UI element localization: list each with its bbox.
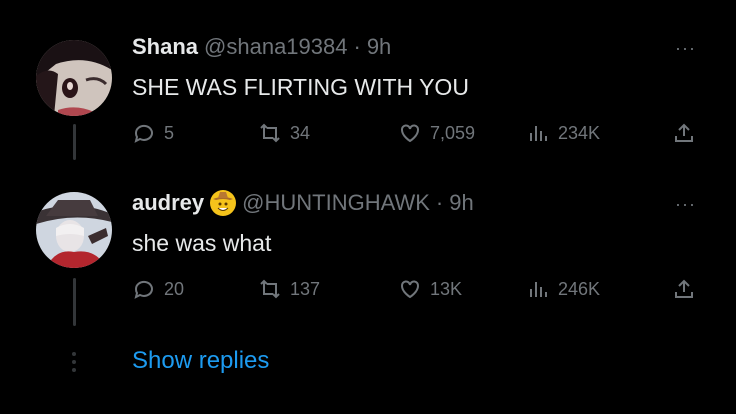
reply-icon: [134, 280, 153, 299]
avatar[interactable]: [36, 192, 112, 268]
tweet-actions: 5 34 7,059 234K: [132, 118, 702, 148]
share-button[interactable]: [672, 121, 696, 145]
tweet-actions: 20 137 13K 246K: [132, 274, 702, 304]
retweet-icon: [260, 123, 280, 143]
retweet-button[interactable]: 34: [258, 121, 310, 145]
show-replies-link[interactable]: Show replies: [132, 347, 269, 375]
views-button[interactable]: 234K: [526, 121, 600, 145]
heart-icon: [401, 124, 419, 143]
avatar[interactable]: [36, 40, 112, 116]
timestamp[interactable]: 9h: [449, 190, 473, 216]
views-icon: [530, 282, 547, 297]
thread-line: [73, 124, 76, 160]
like-count: 7,059: [430, 122, 476, 143]
retweet-button[interactable]: 137: [258, 277, 320, 301]
views-icon: [530, 126, 547, 141]
views-button[interactable]: 246K: [526, 277, 600, 301]
user-handle[interactable]: @shana19384: [204, 34, 347, 60]
share-icon: [675, 123, 693, 142]
timestamp[interactable]: 9h: [367, 34, 391, 60]
cowboy-emoji-icon: [210, 190, 237, 216]
tweet-text: she was what: [132, 230, 272, 256]
tweet-header: audrey @HUNTINGHAWK · 9h: [132, 190, 474, 216]
reply-button[interactable]: 20: [132, 277, 184, 301]
retweet-icon: [260, 279, 280, 299]
reply-count: 20: [164, 278, 185, 299]
heart-icon: [401, 280, 419, 299]
tweet-text: SHE WAS FLIRTING WITH YOU: [132, 74, 469, 100]
reply-button[interactable]: 5: [132, 121, 174, 145]
display-name[interactable]: Shana: [132, 34, 198, 60]
more-options-icon[interactable]: ···: [675, 194, 696, 215]
retweet-count: 137: [290, 278, 321, 299]
reply-icon: [134, 124, 153, 143]
share-button[interactable]: [672, 277, 696, 301]
separator: ·: [353, 34, 361, 59]
view-count: 246K: [558, 278, 601, 299]
like-count: 13K: [430, 278, 463, 299]
thread-continuation-dots: [72, 352, 76, 376]
thread-line: [73, 278, 76, 326]
tweet-header: Shana @shana19384 · 9h: [132, 34, 391, 60]
view-count: 234K: [558, 122, 601, 143]
separator: ·: [435, 190, 444, 215]
display-name[interactable]: audrey: [132, 190, 204, 216]
reply-count: 5: [164, 122, 175, 143]
share-icon: [675, 279, 693, 298]
more-options-icon[interactable]: ···: [675, 38, 696, 59]
like-button[interactable]: 13K: [398, 277, 462, 301]
retweet-count: 34: [290, 122, 311, 143]
user-handle[interactable]: @HUNTINGHAWK: [242, 190, 430, 216]
like-button[interactable]: 7,059: [398, 121, 475, 145]
